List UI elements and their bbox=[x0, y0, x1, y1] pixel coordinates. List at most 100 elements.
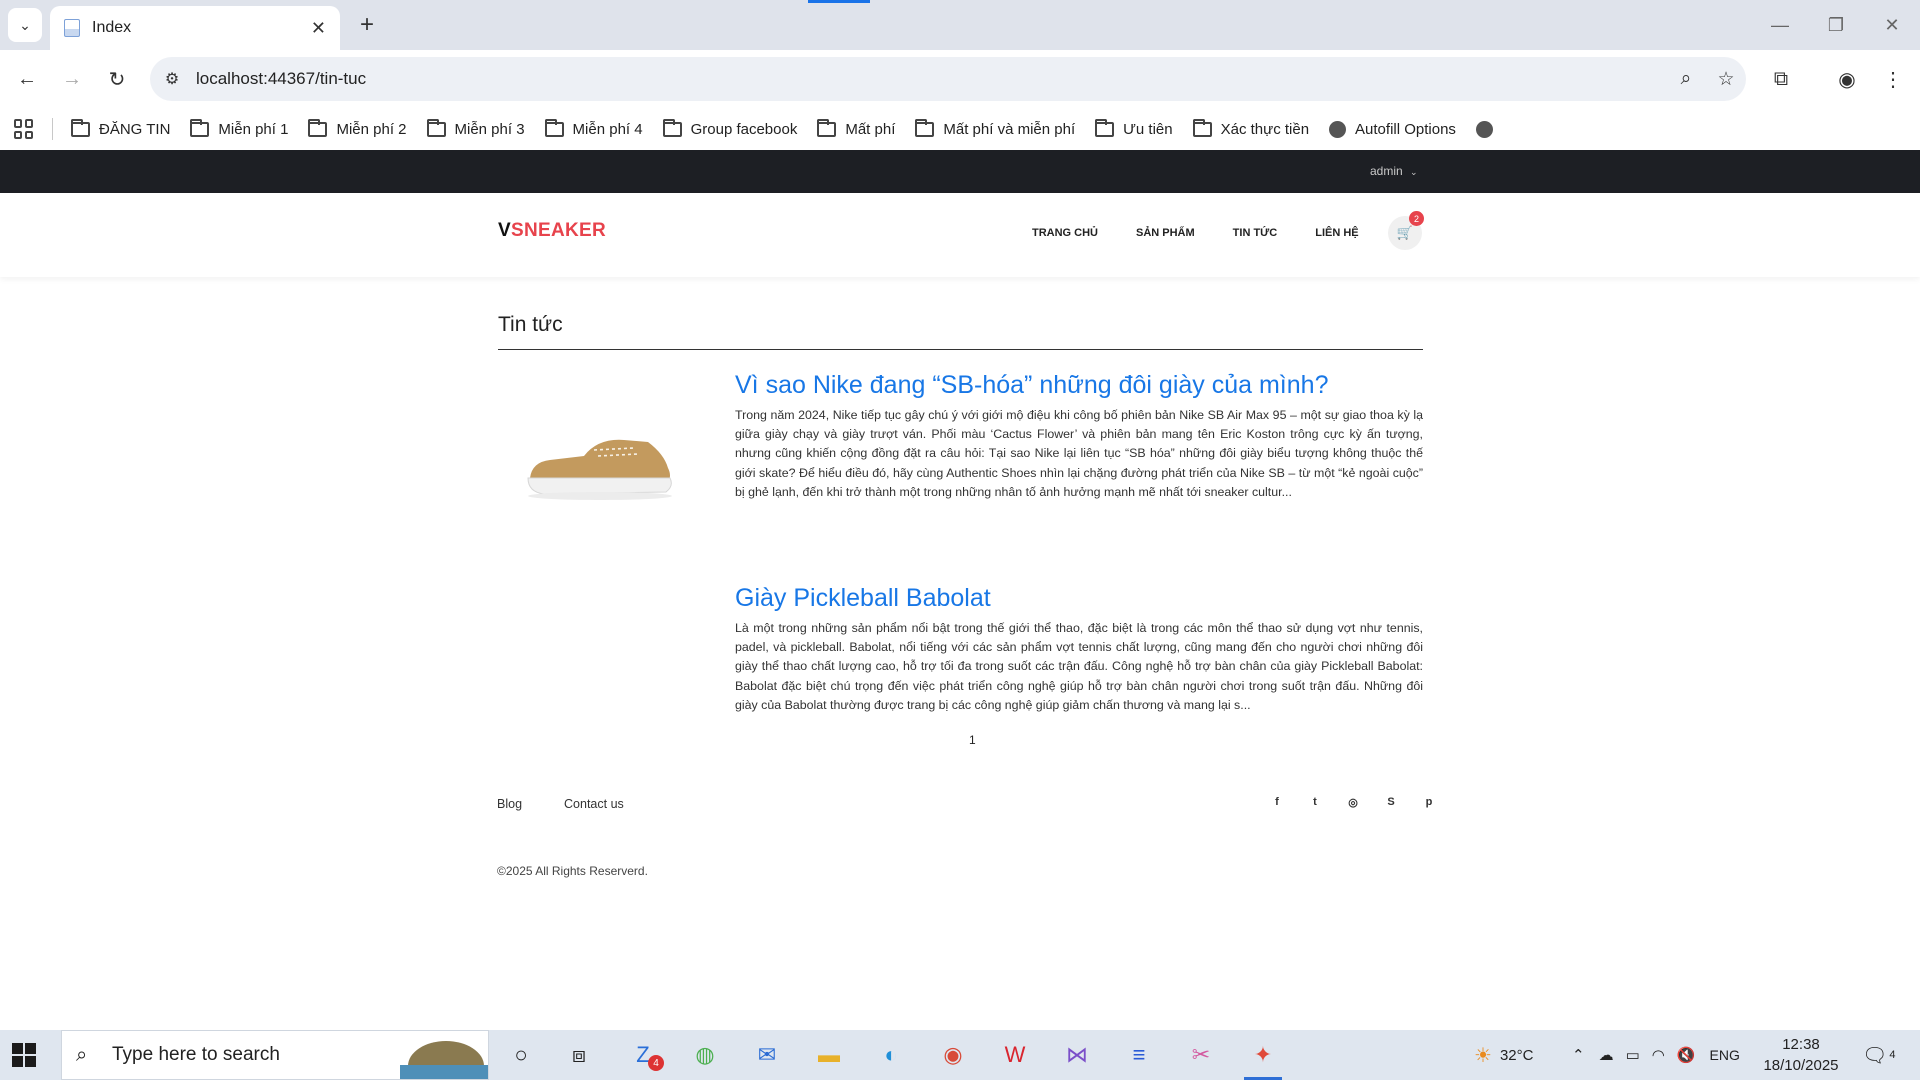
folder-icon bbox=[915, 118, 935, 137]
tab-search-button[interactable]: ⌄ bbox=[8, 8, 42, 42]
close-window-button[interactable]: ✕ bbox=[1864, 0, 1920, 50]
apps-icon[interactable] bbox=[14, 119, 34, 139]
bookmark-item[interactable]: Group facebook bbox=[662, 118, 797, 138]
url-text[interactable]: localhost:44367/tin-tuc bbox=[196, 69, 1666, 89]
system-tray: ⌃ ☁ ▭ ◠ 🔇 ENG bbox=[1572, 1030, 1740, 1080]
folder-icon bbox=[426, 118, 446, 137]
site-logo[interactable]: VSNEAKER bbox=[498, 220, 606, 242]
post-excerpt: Trong năm 2024, Nike tiếp tục gây chú ý … bbox=[735, 408, 1423, 499]
bookmark-item[interactable]: Miễn phí 2 bbox=[308, 118, 407, 138]
page-title: Tin tức bbox=[498, 313, 563, 336]
zoom-icon[interactable]: ⌕ bbox=[1666, 68, 1706, 90]
post-title-link[interactable]: Giày Pickleball Babolat bbox=[735, 583, 1425, 614]
cortana-icon[interactable]: ○ bbox=[494, 1035, 548, 1075]
active-app-icon[interactable]: ✦ bbox=[1236, 1035, 1290, 1080]
browser-tab[interactable]: Index ✕ bbox=[50, 6, 340, 50]
bookmark-item[interactable]: Ưu tiên bbox=[1095, 118, 1173, 138]
browser-toolbar: ← → ↻ ⚙ localhost:44367/tin-tuc ⌕ ☆ ⧉ ◉ … bbox=[0, 50, 1920, 108]
taskbar-clock[interactable]: 12:38 18/10/2025 bbox=[1756, 1034, 1846, 1076]
database-icon[interactable]: ≡ bbox=[1112, 1035, 1166, 1075]
chrome-icon[interactable]: ◉ bbox=[926, 1035, 980, 1075]
file-explorer-icon[interactable]: ▬ bbox=[802, 1035, 856, 1075]
bookmarks-divider bbox=[52, 118, 53, 140]
profile-icon[interactable]: ◉ bbox=[1830, 62, 1864, 96]
pinterest-icon[interactable]: p bbox=[1410, 796, 1448, 809]
copyright-text: ©2025 All Rights Reserverd. bbox=[497, 864, 648, 878]
start-button[interactable] bbox=[12, 1043, 36, 1067]
pagination-page-1[interactable]: 1 bbox=[969, 733, 976, 747]
globe-icon bbox=[1329, 120, 1347, 138]
instagram-icon[interactable]: ◎ bbox=[1334, 796, 1372, 809]
bookmark-item[interactable]: Xác thực tiền bbox=[1192, 118, 1309, 138]
mail-icon[interactable]: ✉ bbox=[740, 1035, 794, 1075]
zalo-badge: 4 bbox=[648, 1055, 664, 1071]
bookmark-item[interactable]: Miễn phí 4 bbox=[544, 118, 643, 138]
wifi-icon[interactable]: ◠ bbox=[1652, 1046, 1665, 1064]
minimize-button[interactable]: — bbox=[1752, 0, 1808, 50]
globe-icon bbox=[1475, 120, 1493, 138]
bookmark-item[interactable]: Autofill Options bbox=[1329, 120, 1456, 138]
notification-center[interactable]: 🗨 4 bbox=[1862, 1030, 1896, 1080]
bookmark-item[interactable]: Mất phí và miễn phí bbox=[915, 118, 1075, 138]
loading-indicator bbox=[808, 0, 870, 3]
bookmark-star-icon[interactable]: ☆ bbox=[1706, 68, 1746, 91]
folder-icon bbox=[1192, 118, 1212, 137]
new-tab-button[interactable]: + bbox=[352, 10, 382, 40]
bookmark-item[interactable] bbox=[1475, 120, 1502, 138]
nav-news[interactable]: TIN TỨC bbox=[1233, 227, 1278, 239]
reload-button[interactable]: ↻ bbox=[100, 62, 134, 96]
post-thumbnail[interactable] bbox=[498, 583, 718, 773]
forward-button[interactable]: → bbox=[55, 62, 89, 96]
folder-icon bbox=[71, 118, 90, 137]
site-info-icon[interactable]: ⚙ bbox=[150, 57, 194, 101]
task-view-icon[interactable]: ⧈ bbox=[552, 1035, 606, 1075]
address-bar[interactable]: ⚙ localhost:44367/tin-tuc ⌕ ☆ bbox=[150, 57, 1746, 101]
visual-studio-icon[interactable]: ⋈ bbox=[1050, 1035, 1104, 1075]
facebook-icon[interactable]: f bbox=[1258, 796, 1296, 809]
tab-title: Index bbox=[92, 19, 132, 36]
cart-button[interactable]: 🛒 2 bbox=[1388, 211, 1424, 250]
bookmark-item[interactable]: ĐĂNG TIN bbox=[71, 118, 170, 138]
bookmarks-bar: ĐĂNG TIN Miễn phí 1 Miễn phí 2 Miễn phí … bbox=[0, 108, 1920, 150]
folder-icon bbox=[190, 118, 210, 137]
folder-icon bbox=[544, 118, 564, 137]
volume-muted-icon[interactable]: 🔇 bbox=[1677, 1046, 1696, 1064]
nav-home[interactable]: TRANG CHỦ bbox=[1032, 227, 1098, 239]
twitter-icon[interactable]: t bbox=[1296, 796, 1334, 809]
window-controls: — ❐ ✕ bbox=[1752, 0, 1920, 50]
battery-icon[interactable]: ▭ bbox=[1626, 1046, 1640, 1064]
skype-icon[interactable]: S bbox=[1372, 796, 1410, 809]
footer-blog-link[interactable]: Blog bbox=[497, 797, 522, 811]
onedrive-icon[interactable]: ☁ bbox=[1599, 1046, 1614, 1064]
extensions-icon[interactable]: ⧉ bbox=[1764, 62, 1798, 96]
menu-icon[interactable]: ⋮ bbox=[1876, 62, 1910, 96]
site-topbar: admin ⌄ bbox=[0, 150, 1920, 193]
bookmark-item[interactable]: Miễn phí 1 bbox=[190, 118, 288, 138]
snipping-tool-icon[interactable]: ✂ bbox=[1174, 1035, 1228, 1075]
footer-contact-link[interactable]: Contact us bbox=[564, 797, 624, 811]
close-tab-icon[interactable]: ✕ bbox=[311, 18, 326, 39]
taskbar-search[interactable]: ⌕ Type here to search bbox=[61, 1030, 489, 1080]
back-button[interactable]: ← bbox=[10, 62, 44, 96]
weather-icon: ☀ bbox=[1474, 1044, 1492, 1067]
post-thumbnail[interactable] bbox=[498, 370, 718, 560]
chevron-down-icon: ⌄ bbox=[1410, 167, 1418, 177]
edge-icon[interactable]: ◐ bbox=[864, 1035, 918, 1075]
page-icon bbox=[64, 19, 80, 37]
bookmark-item[interactable]: Mất phí bbox=[817, 118, 895, 138]
bookmark-item[interactable]: Miễn phí 3 bbox=[426, 118, 525, 138]
coccoc-icon[interactable]: ◍ bbox=[678, 1035, 732, 1075]
wps-icon[interactable]: W bbox=[988, 1035, 1042, 1075]
admin-menu[interactable]: admin ⌄ bbox=[1370, 164, 1418, 178]
folder-icon bbox=[308, 118, 328, 137]
restore-button[interactable]: ❐ bbox=[1808, 0, 1864, 50]
nav-products[interactable]: SẢN PHẨM bbox=[1136, 227, 1195, 239]
language-indicator[interactable]: ENG bbox=[1710, 1047, 1740, 1063]
weather-widget[interactable]: ☀ 32°C bbox=[1474, 1030, 1533, 1080]
post-title-link[interactable]: Vì sao Nike đang “SB-hóa” những đôi giày… bbox=[735, 370, 1425, 401]
browser-tabstrip: ⌄ Index ✕ + — ❐ ✕ bbox=[0, 0, 1920, 50]
zalo-icon[interactable]: Z 4 bbox=[616, 1035, 670, 1075]
nav-contact[interactable]: LIÊN HỆ bbox=[1315, 227, 1358, 239]
folder-icon bbox=[662, 118, 682, 137]
tray-expand-icon[interactable]: ⌃ bbox=[1572, 1046, 1585, 1064]
